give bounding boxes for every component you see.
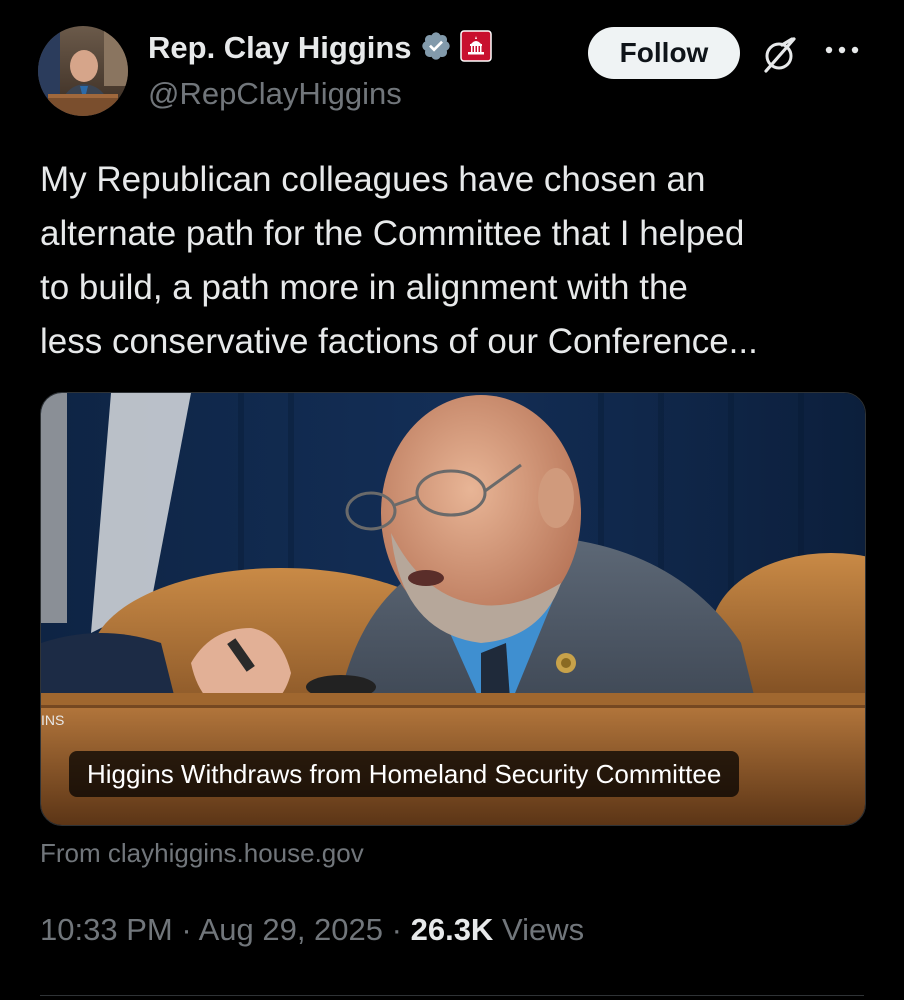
views-count[interactable]: 26.3K <box>411 912 494 947</box>
verified-badge-icon[interactable] <box>420 30 452 66</box>
tweet-text: My Republican colleagues have chosen an … <box>40 160 758 361</box>
display-name[interactable]: Rep. Clay Higgins <box>148 30 412 66</box>
government-capitol-badge-icon[interactable] <box>459 30 492 66</box>
more-options-icon[interactable] <box>822 40 862 60</box>
author-handle[interactable]: @RepClayHiggins <box>148 76 402 112</box>
views-label[interactable]: Views <box>502 912 584 947</box>
meta-separator: · <box>181 912 192 947</box>
meta-separator: · <box>391 912 402 947</box>
author-name-row: Rep. Clay Higgins <box>148 30 492 66</box>
link-card[interactable]: INS Higgins Withdraws from Homeland Secu… <box>40 392 866 826</box>
tweet-time[interactable]: 10:33 PM <box>40 912 173 947</box>
follow-button[interactable]: Follow <box>588 27 740 79</box>
card-source-domain[interactable]: From clayhiggins.house.gov <box>40 838 364 869</box>
tweet-date[interactable]: Aug 29, 2025 <box>199 912 383 947</box>
card-photo-sign-text: INS <box>41 712 64 728</box>
tweet-detail: Rep. Clay Higgins @RepClayHiggins Follow… <box>0 0 904 1000</box>
divider <box>40 995 864 996</box>
card-headline[interactable]: Higgins Withdraws from Homeland Security… <box>69 751 740 797</box>
grok-icon[interactable] <box>758 33 802 77</box>
avatar[interactable] <box>38 26 128 116</box>
avatar-image <box>38 26 128 116</box>
tweet-meta: 10:33 PM · Aug 29, 2025 · 26.3K Views <box>40 912 584 948</box>
